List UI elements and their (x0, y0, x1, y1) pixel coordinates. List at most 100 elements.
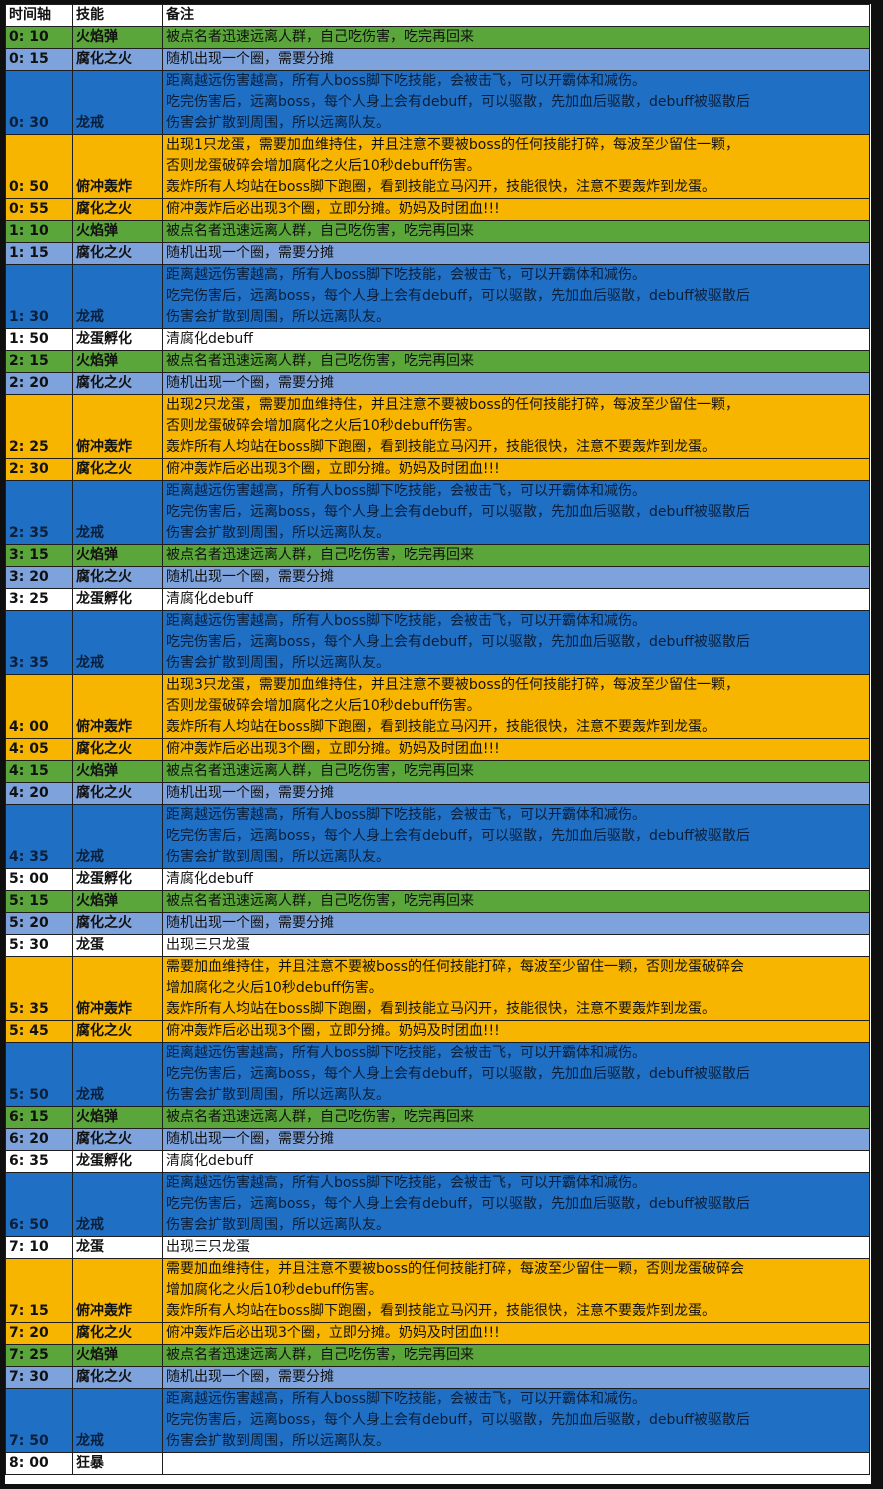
skill-cell[interactable]: 腐化之火 (72, 912, 163, 935)
note-cell[interactable]: 清腐化debuff (162, 588, 870, 611)
time-cell[interactable]: 0: 15 (5, 48, 73, 71)
note-cell[interactable]: 距离越远伤害越高，所有人boss脚下吃技能，会被击飞，可以开霸体和减伤。 吃完伤… (162, 70, 870, 135)
note-cell[interactable]: 俯冲轰炸后必出现3个圈，立即分摊。奶妈及时团血!!! (162, 1020, 870, 1043)
time-cell[interactable]: 5: 20 (5, 912, 73, 935)
skill-cell[interactable]: 龙蛋 (72, 1236, 163, 1259)
note-cell[interactable]: 距离越远伤害越高，所有人boss脚下吃技能，会被击飞，可以开霸体和减伤。 吃完伤… (162, 1172, 870, 1237)
time-cell[interactable]: 1: 15 (5, 242, 73, 265)
time-cell[interactable]: 4: 35 (5, 804, 73, 869)
note-cell[interactable]: 被点名者迅速远离人群，自己吃伤害，吃完再回来 (162, 26, 870, 49)
skill-cell[interactable]: 腐化之火 (72, 242, 163, 265)
skill-cell[interactable]: 龙戒 (72, 70, 163, 135)
note-cell[interactable]: 清腐化debuff (162, 328, 870, 351)
skill-cell[interactable]: 腐化之火 (72, 1322, 163, 1345)
skill-cell[interactable]: 龙戒 (72, 1172, 163, 1237)
skill-cell[interactable]: 龙蛋孵化 (72, 1150, 163, 1173)
time-cell[interactable]: 2: 20 (5, 372, 73, 395)
skill-cell[interactable]: 腐化之火 (72, 372, 163, 395)
skill-cell[interactable]: 龙蛋 (72, 934, 163, 957)
time-cell[interactable]: 4: 05 (5, 738, 73, 761)
note-cell[interactable]: 被点名者迅速远离人群，自己吃伤害，吃完再回来 (162, 220, 870, 243)
time-cell[interactable]: 6: 20 (5, 1128, 73, 1151)
note-cell[interactable]: 随机出现一个圈，需要分摊 (162, 372, 870, 395)
time-cell[interactable]: 4: 00 (5, 674, 73, 739)
skill-cell[interactable]: 火焰弹 (72, 890, 163, 913)
time-cell[interactable]: 3: 25 (5, 588, 73, 611)
time-cell[interactable]: 5: 30 (5, 934, 73, 957)
time-cell[interactable]: 5: 35 (5, 956, 73, 1021)
note-cell[interactable]: 随机出现一个圈，需要分摊 (162, 912, 870, 935)
note-cell[interactable]: 被点名者迅速远离人群，自己吃伤害，吃完再回来 (162, 350, 870, 373)
header-skill[interactable]: 技能 (72, 4, 163, 27)
note-cell[interactable]: 距离越远伤害越高，所有人boss脚下吃技能，会被击飞，可以开霸体和减伤。 吃完伤… (162, 264, 870, 329)
time-cell[interactable]: 7: 15 (5, 1258, 73, 1323)
header-time[interactable]: 时间轴 (5, 4, 73, 27)
time-cell[interactable]: 7: 20 (5, 1322, 73, 1345)
skill-cell[interactable]: 龙戒 (72, 610, 163, 675)
note-cell[interactable]: 被点名者迅速远离人群，自己吃伤害，吃完再回来 (162, 1106, 870, 1129)
note-cell[interactable] (162, 1452, 870, 1475)
time-cell[interactable]: 7: 10 (5, 1236, 73, 1259)
time-cell[interactable]: 0: 30 (5, 70, 73, 135)
note-cell[interactable]: 随机出现一个圈，需要分摊 (162, 1128, 870, 1151)
note-cell[interactable]: 需要加血维持住，并且注意不要被boss的任何技能打碎，每波至少留住一颗，否则龙蛋… (162, 1258, 870, 1323)
skill-cell[interactable]: 火焰弹 (72, 1106, 163, 1129)
time-cell[interactable]: 1: 50 (5, 328, 73, 351)
note-cell[interactable]: 俯冲轰炸后必出现3个圈，立即分摊。奶妈及时团血!!! (162, 458, 870, 481)
time-cell[interactable]: 6: 35 (5, 1150, 73, 1173)
time-cell[interactable]: 0: 55 (5, 198, 73, 221)
skill-cell[interactable]: 腐化之火 (72, 1128, 163, 1151)
time-cell[interactable]: 4: 20 (5, 782, 73, 805)
skill-cell[interactable]: 腐化之火 (72, 198, 163, 221)
time-cell[interactable]: 5: 15 (5, 890, 73, 913)
skill-cell[interactable]: 腐化之火 (72, 458, 163, 481)
skill-cell[interactable]: 龙蛋孵化 (72, 588, 163, 611)
time-cell[interactable]: 2: 15 (5, 350, 73, 373)
note-cell[interactable]: 被点名者迅速远离人群，自己吃伤害，吃完再回来 (162, 890, 870, 913)
skill-cell[interactable]: 俯冲轰炸 (72, 1258, 163, 1323)
skill-cell[interactable]: 俯冲轰炸 (72, 394, 163, 459)
note-cell[interactable]: 出现三只龙蛋 (162, 934, 870, 957)
skill-cell[interactable]: 龙戒 (72, 804, 163, 869)
note-cell[interactable]: 随机出现一个圈，需要分摊 (162, 242, 870, 265)
note-cell[interactable]: 出现2只龙蛋，需要加血维持住，并且注意不要被boss的任何技能打碎，每波至少留住… (162, 394, 870, 459)
skill-cell[interactable]: 腐化之火 (72, 566, 163, 589)
note-cell[interactable]: 出现1只龙蛋，需要加血维持住，并且注意不要被boss的任何技能打碎，每波至少留住… (162, 134, 870, 199)
skill-cell[interactable]: 龙戒 (72, 480, 163, 545)
time-cell[interactable]: 1: 10 (5, 220, 73, 243)
note-cell[interactable]: 随机出现一个圈，需要分摊 (162, 782, 870, 805)
note-cell[interactable]: 距离越远伤害越高，所有人boss脚下吃技能，会被击飞，可以开霸体和减伤。 吃完伤… (162, 480, 870, 545)
skill-cell[interactable]: 龙戒 (72, 1388, 163, 1453)
skill-cell[interactable]: 腐化之火 (72, 738, 163, 761)
skill-cell[interactable]: 腐化之火 (72, 48, 163, 71)
time-cell[interactable]: 2: 35 (5, 480, 73, 545)
note-cell[interactable]: 被点名者迅速远离人群，自己吃伤害，吃完再回来 (162, 544, 870, 567)
time-cell[interactable]: 7: 25 (5, 1344, 73, 1367)
note-cell[interactable]: 被点名者迅速远离人群，自己吃伤害，吃完再回来 (162, 1344, 870, 1367)
skill-cell[interactable]: 火焰弹 (72, 1344, 163, 1367)
time-cell[interactable]: 0: 50 (5, 134, 73, 199)
note-cell[interactable]: 出现三只龙蛋 (162, 1236, 870, 1259)
time-cell[interactable]: 7: 50 (5, 1388, 73, 1453)
time-cell[interactable]: 6: 15 (5, 1106, 73, 1129)
time-cell[interactable]: 4: 15 (5, 760, 73, 783)
skill-cell[interactable]: 俯冲轰炸 (72, 134, 163, 199)
time-cell[interactable]: 0: 10 (5, 26, 73, 49)
note-cell[interactable]: 距离越远伤害越高，所有人boss脚下吃技能，会被击飞，可以开霸体和减伤。 吃完伤… (162, 1042, 870, 1107)
time-cell[interactable]: 7: 30 (5, 1366, 73, 1389)
note-cell[interactable]: 清腐化debuff (162, 1150, 870, 1173)
time-cell[interactable]: 5: 50 (5, 1042, 73, 1107)
time-cell[interactable]: 2: 25 (5, 394, 73, 459)
skill-cell[interactable]: 火焰弹 (72, 544, 163, 567)
skill-cell[interactable]: 火焰弹 (72, 26, 163, 49)
note-cell[interactable]: 需要加血维持住，并且注意不要被boss的任何技能打碎，每波至少留住一颗，否则龙蛋… (162, 956, 870, 1021)
note-cell[interactable]: 随机出现一个圈，需要分摊 (162, 566, 870, 589)
time-cell[interactable]: 3: 35 (5, 610, 73, 675)
note-cell[interactable]: 清腐化debuff (162, 868, 870, 891)
time-cell[interactable]: 3: 15 (5, 544, 73, 567)
time-cell[interactable]: 6: 50 (5, 1172, 73, 1237)
note-cell[interactable]: 距离越远伤害越高，所有人boss脚下吃技能，会被击飞，可以开霸体和减伤。 吃完伤… (162, 804, 870, 869)
time-cell[interactable]: 5: 45 (5, 1020, 73, 1043)
skill-cell[interactable]: 腐化之火 (72, 1020, 163, 1043)
note-cell[interactable]: 随机出现一个圈，需要分摊 (162, 1366, 870, 1389)
